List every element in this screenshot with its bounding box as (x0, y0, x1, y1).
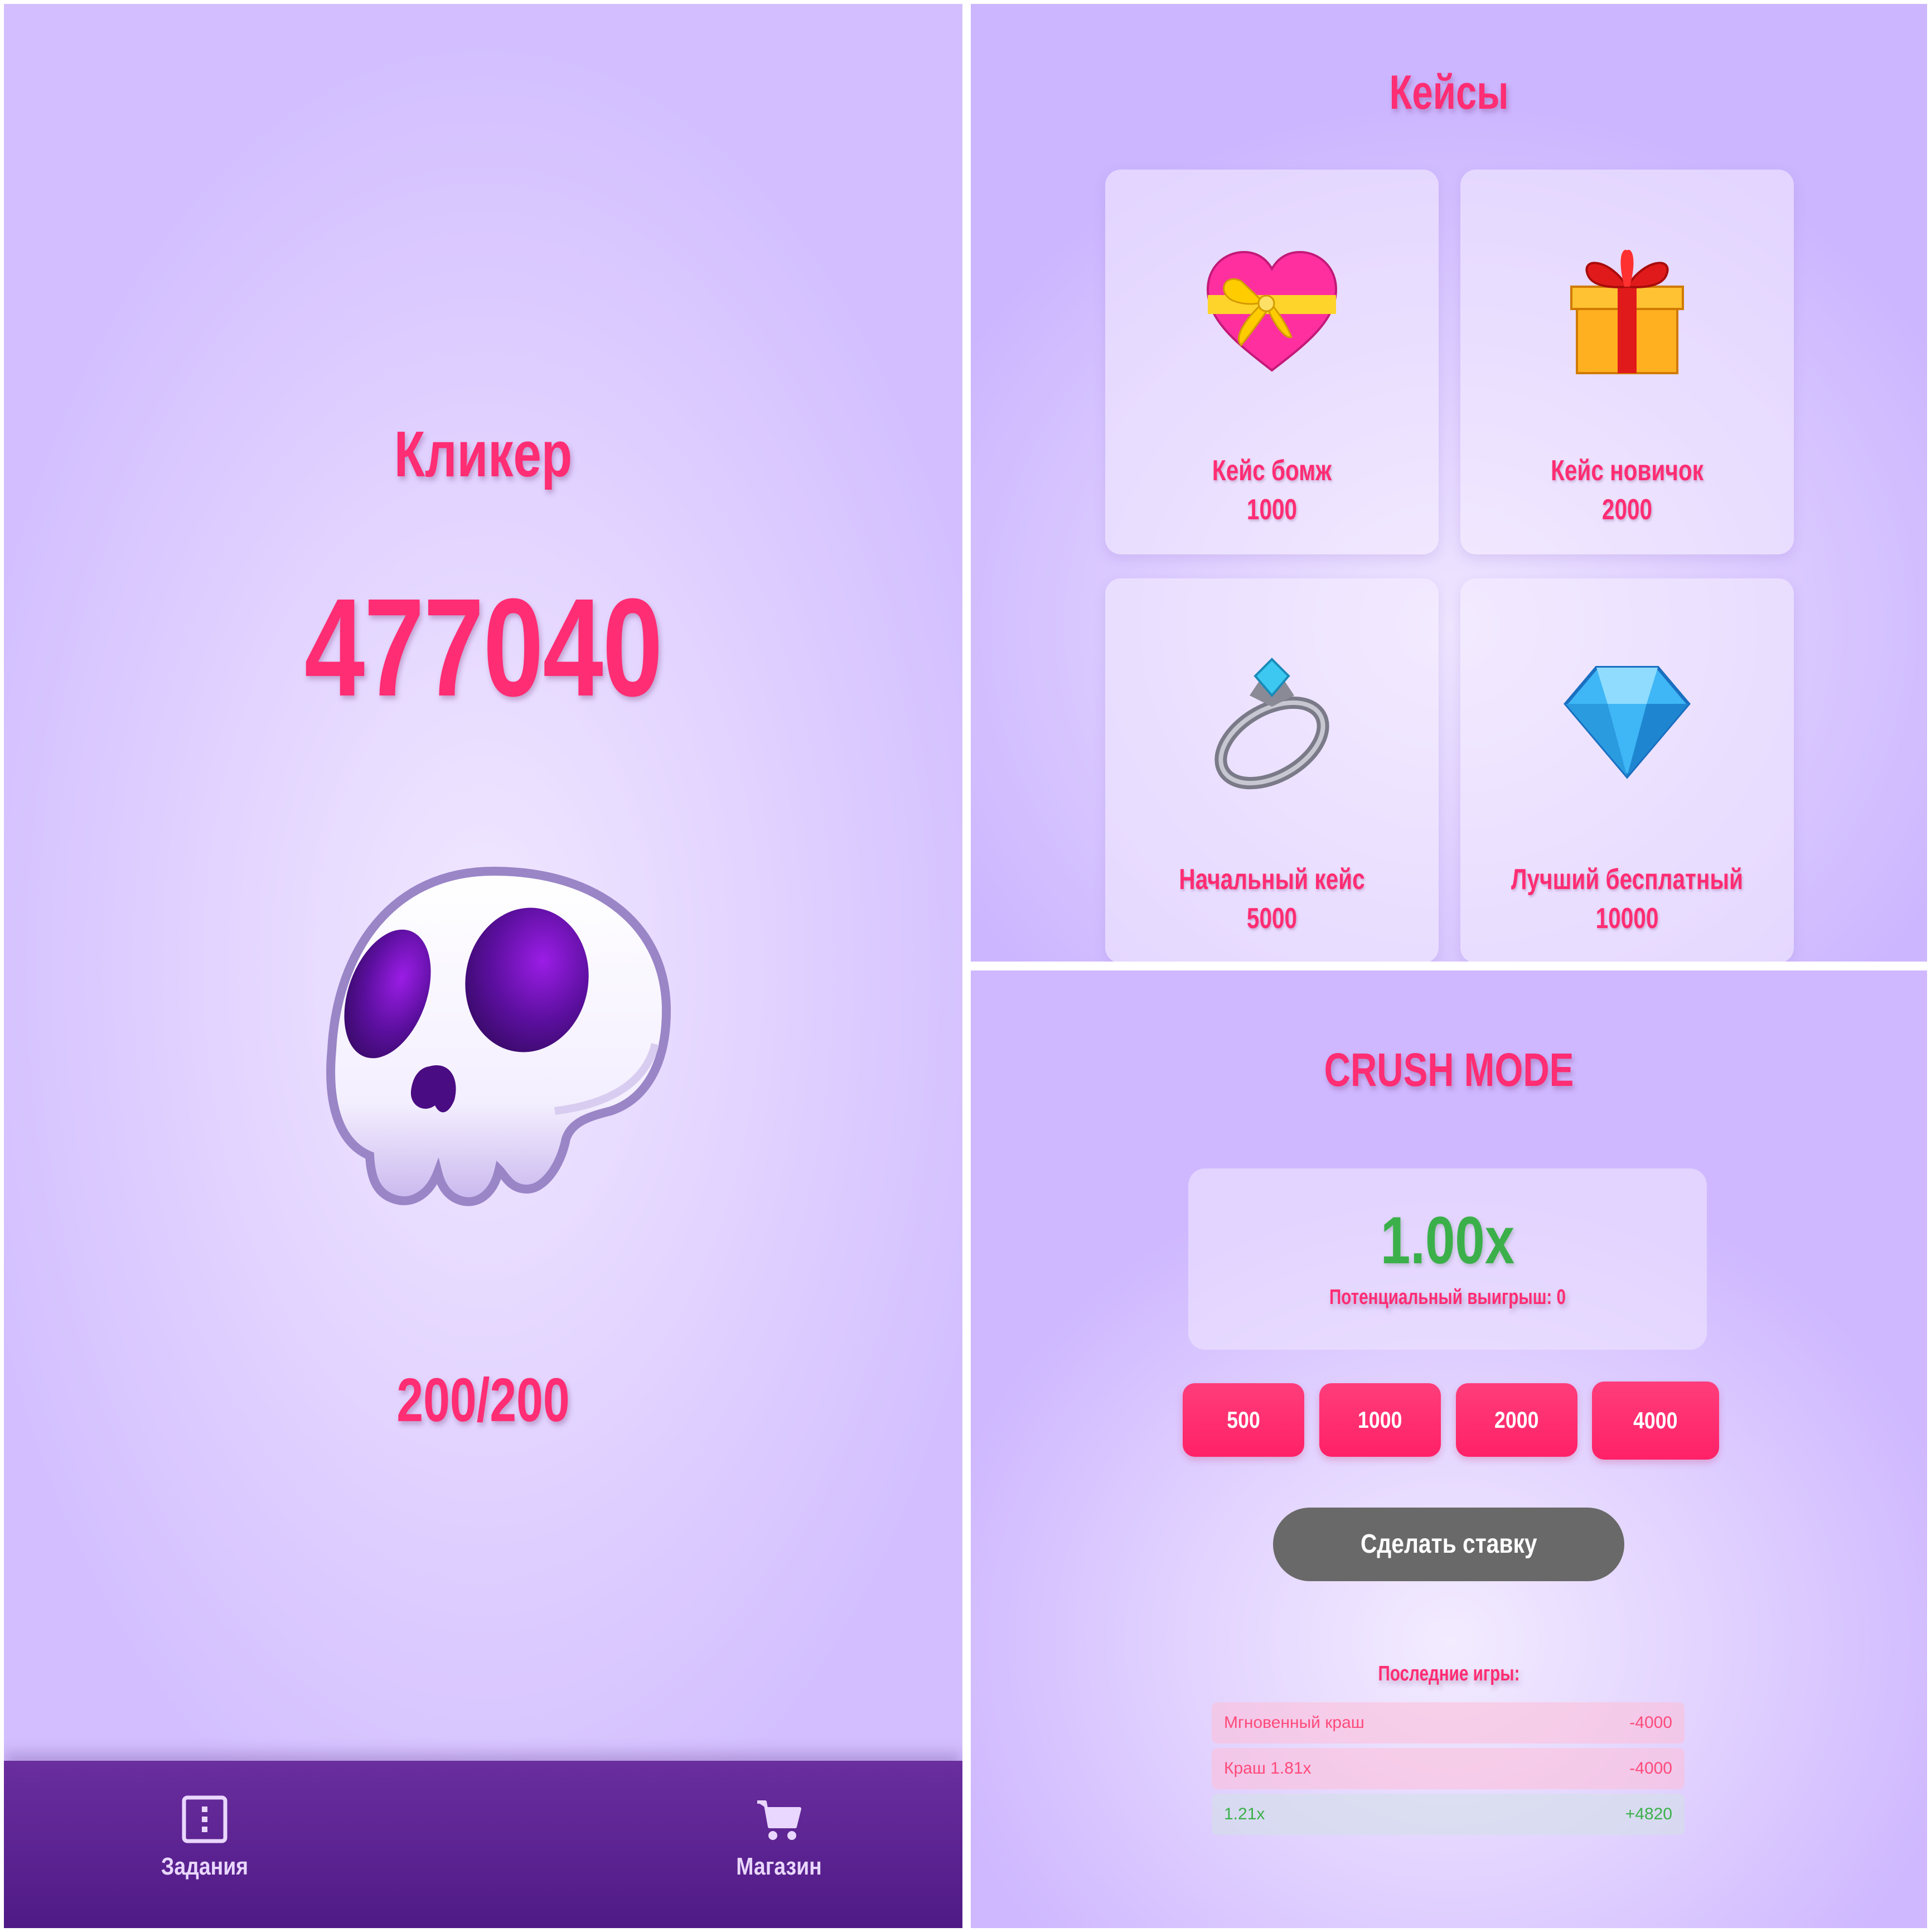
case-name: Кейс бомж (1212, 455, 1332, 487)
history-text: Мгновенный краш (1224, 1713, 1364, 1732)
bet-label: 4000 (1633, 1407, 1678, 1433)
history-amount: -4000 (1629, 1759, 1672, 1778)
potential-win: Потенциальный выигрыш: 0 (1329, 1286, 1566, 1309)
case-name: Кейс новичок (1551, 455, 1703, 487)
history-amount: +4820 (1625, 1805, 1672, 1823)
multiplier-value: 1.00x (1380, 1203, 1515, 1278)
crush-mode-screen: CRUSH MODE 1.00x Потенциальный выигрыш: … (971, 970, 1927, 1928)
history-text: 1.21x (1224, 1805, 1265, 1823)
skull-click-button[interactable] (309, 866, 677, 1211)
clicker-screen: Кликер 477040 200/200 Задания Магазин (4, 4, 962, 1928)
case-price: 5000 (1246, 902, 1298, 935)
case-card-bomzh[interactable]: Кейс бомж 1000 (1105, 170, 1439, 554)
bet-1000-button[interactable]: 1000 (1319, 1383, 1441, 1457)
bottom-navigation: Задания Магазин (4, 1761, 962, 1928)
case-name: Лучший бесплатный (1511, 863, 1743, 896)
clicker-title: Кликер (394, 418, 573, 490)
history-row: Мгновенный краш -4000 (1212, 1702, 1685, 1743)
cart-icon (757, 1800, 801, 1840)
history-amount: -4000 (1629, 1713, 1672, 1732)
bet-2000-button[interactable]: 2000 (1456, 1383, 1577, 1457)
place-bet-button[interactable]: Сделать ставку (1273, 1508, 1624, 1581)
history-title: Последние игры: (1378, 1662, 1520, 1685)
bet-label: 500 (1227, 1407, 1260, 1433)
place-bet-label: Сделать ставку (1360, 1529, 1537, 1559)
history-text: Краш 1.81x (1224, 1759, 1311, 1778)
case-price: 1000 (1246, 494, 1298, 526)
bet-500-button[interactable]: 500 (1183, 1383, 1304, 1457)
history-row: Краш 1.81x -4000 (1212, 1748, 1685, 1789)
energy-counter: 200/200 (396, 1366, 570, 1434)
skull-icon (326, 866, 671, 1206)
tasks-icon (182, 1795, 228, 1843)
history-row: 1.21x +4820 (1212, 1794, 1685, 1835)
case-name: Начальный кейс (1179, 863, 1365, 896)
nav-shop-label: Магазин (736, 1853, 822, 1880)
bet-label: 2000 (1494, 1407, 1539, 1433)
bet-label: 1000 (1358, 1407, 1402, 1433)
bet-4000-button[interactable]: 4000 (1592, 1382, 1719, 1460)
nav-shop-button[interactable]: Магазин (695, 1794, 863, 1881)
nav-tasks-label: Задания (161, 1853, 249, 1880)
cases-title: Кейсы (1389, 66, 1509, 119)
ring-icon (1214, 658, 1329, 790)
case-price: 2000 (1601, 494, 1653, 526)
case-card-best-free[interactable]: Лучший бесплатный 10000 (1460, 578, 1794, 962)
case-card-nachalny[interactable]: Начальный кейс 5000 (1105, 578, 1439, 962)
score-counter: 477040 (304, 569, 663, 725)
multiplier-box: 1.00x Потенциальный выигрыш: 0 (1188, 1168, 1707, 1350)
case-price: 10000 (1595, 902, 1659, 935)
gem-icon (1564, 666, 1691, 779)
nav-tasks-button[interactable]: Задания (121, 1794, 288, 1881)
crush-title: CRUSH MODE (1324, 1044, 1574, 1096)
heart-with-ribbon-icon (1206, 250, 1338, 372)
case-card-novichok[interactable]: Кейс новичок 2000 (1460, 170, 1794, 554)
gift-icon (1570, 249, 1684, 374)
cases-screen: Кейсы Кейс бомж 1000 Кейс новичок 2000 Н… (971, 4, 1927, 962)
